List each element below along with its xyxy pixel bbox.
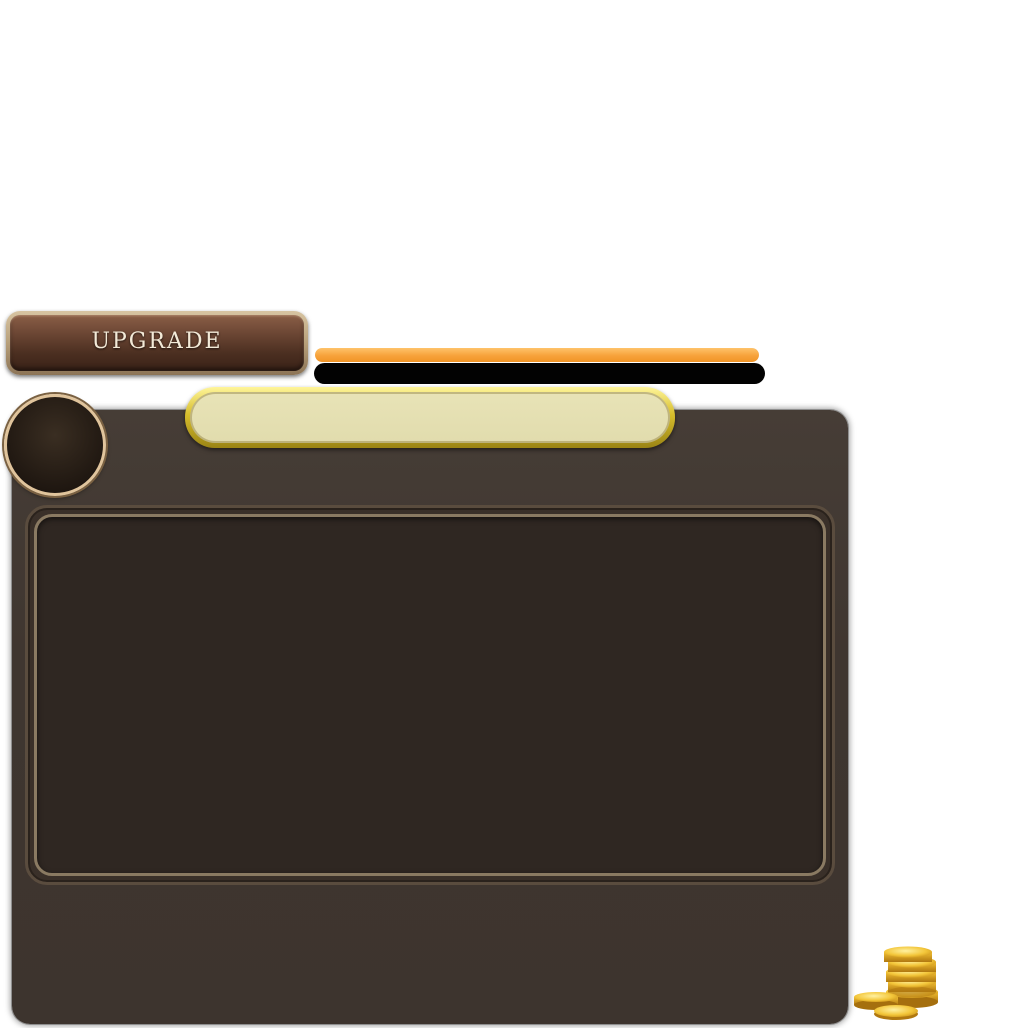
title-plate xyxy=(185,387,675,448)
main-panel xyxy=(12,410,848,1024)
upgrade-button-face: UPGRADE xyxy=(10,315,304,371)
progress-bar-secondary xyxy=(314,363,765,384)
progress-bar-primary xyxy=(315,348,759,362)
gold-coins-icon xyxy=(852,940,944,1024)
upgrade-button-label: UPGRADE xyxy=(91,328,223,354)
upgrade-button[interactable]: UPGRADE xyxy=(6,311,308,375)
progress-bar-primary-fill xyxy=(315,348,759,362)
title-plate-field xyxy=(190,392,670,443)
content-area xyxy=(34,514,826,876)
content-frame xyxy=(25,505,835,885)
avatar[interactable] xyxy=(4,394,106,496)
